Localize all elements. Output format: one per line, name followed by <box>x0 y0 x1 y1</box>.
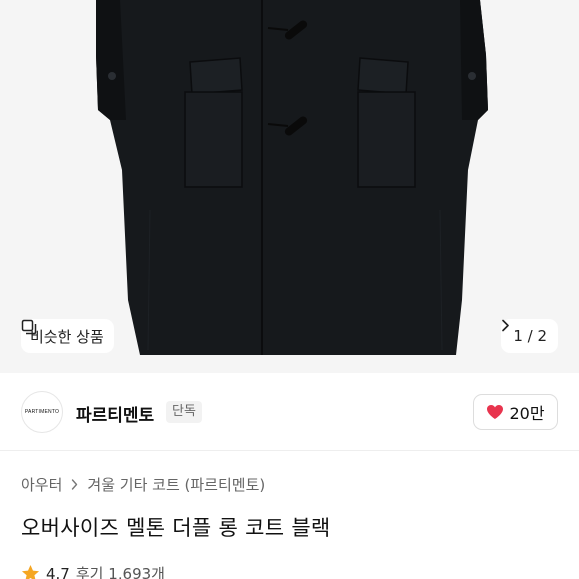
product-title: 오버사이즈 멜톤 더플 롱 코트 블랙 <box>21 516 331 540</box>
product-image-area[interactable]: 비슷한 상품 1 / 2 <box>0 0 579 373</box>
heart-icon <box>487 405 504 419</box>
exclusive-badge: 단독 <box>166 401 202 423</box>
review-count: 후기 1,693개 <box>75 565 165 579</box>
rating-score: 4.7 <box>46 564 70 579</box>
chevron-right-icon <box>502 319 510 332</box>
brand-row: PARTIMENTO 파르티멘토 단독 20만 <box>0 373 579 451</box>
breadcrumb-item-category[interactable]: 겨울 기타 코트 (파르티멘토) <box>87 474 265 495</box>
like-button[interactable]: 20만 <box>473 394 558 430</box>
breadcrumb: 아우터 겨울 기타 코트 (파르티멘토) <box>21 474 265 495</box>
brand-logo-text: PARTIMENTO <box>24 409 60 415</box>
image-pager-button[interactable]: 1 / 2 <box>501 319 558 353</box>
similar-products-button[interactable]: 비슷한 상품 <box>21 319 114 353</box>
similar-products-label: 비슷한 상품 <box>30 327 104 346</box>
rating-row[interactable]: 4.7 후기 1,693개 <box>21 563 165 579</box>
brand-name[interactable]: 파르티멘토 <box>76 401 154 426</box>
like-count: 20만 <box>509 404 545 423</box>
star-icon <box>21 564 40 579</box>
chevron-right-icon <box>72 479 78 490</box>
brand-logo[interactable]: PARTIMENTO <box>21 391 63 433</box>
breadcrumb-item-outer[interactable]: 아우터 <box>21 474 62 495</box>
coat-image <box>0 0 579 373</box>
similar-icon <box>21 319 37 335</box>
image-pager-text: 1 / 2 <box>513 327 547 345</box>
